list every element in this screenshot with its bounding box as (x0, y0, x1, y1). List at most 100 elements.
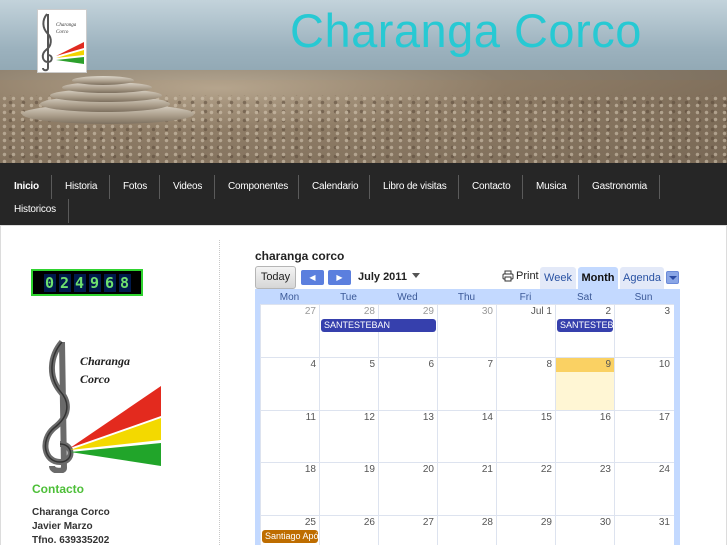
visit-counter: 0 2 4 9 6 8 (31, 269, 143, 296)
day-number: 19 (363, 464, 375, 475)
day-number: 25 (304, 517, 316, 528)
weekday-label: Tue (340, 292, 357, 303)
day-number: 15 (540, 412, 552, 423)
nav-item-gastronomia[interactable]: Gastronomia (592, 181, 647, 192)
nav-item-fotos[interactable]: Fotos (123, 181, 147, 192)
calendar-event[interactable]: SANTESTEB (557, 319, 613, 332)
tab-month[interactable]: Month (578, 267, 618, 289)
nav-item-contacto[interactable]: Contacto (472, 181, 511, 192)
nav-separator (369, 175, 370, 199)
day-number: 27 (422, 517, 434, 528)
arrow-left-icon[interactable]: ◀ (301, 270, 324, 285)
nav-item-componentes[interactable]: Componentes (228, 181, 288, 192)
day-number: 17 (658, 412, 670, 423)
today-button[interactable]: Today (255, 266, 296, 289)
counter-digit: 4 (73, 273, 86, 292)
contact-name: Charanga Corco (32, 507, 110, 518)
day-number: 22 (540, 464, 552, 475)
page: Charanga Corco Charanga Corco Inicio His… (0, 0, 727, 545)
day-number: 3 (664, 306, 670, 317)
day-number: 30 (599, 517, 611, 528)
weekday-label: Wed (397, 292, 418, 303)
counter-digit: 2 (58, 273, 71, 292)
treble-clef-icon (41, 13, 84, 72)
day-number: 31 (658, 517, 670, 528)
charanga-logo: Charanga Corco (30, 336, 165, 474)
logo-small-line2: Corco (56, 30, 69, 35)
day-number: 21 (481, 464, 493, 475)
arrow-right-icon[interactable]: ▶ (328, 270, 351, 285)
day-number: 18 (304, 464, 316, 475)
day-number: 29 (422, 306, 434, 317)
day-number: 24 (658, 464, 670, 475)
header-banner: Charanga Corco Charanga Corco (0, 0, 727, 163)
nav-separator (51, 175, 52, 199)
day-number: 11 (305, 412, 316, 423)
nav-item-musica[interactable]: Musica (536, 181, 567, 192)
day-number: 9 (605, 359, 611, 370)
nav-separator (298, 175, 299, 199)
contact-person: Javier Marzo (32, 521, 93, 532)
site-logo[interactable]: Charanga Corco (37, 9, 87, 73)
day-number: 23 (599, 464, 611, 475)
tab-week[interactable]: Week (540, 267, 576, 289)
day-number: 27 (304, 306, 316, 317)
weekday-label: Thu (457, 292, 476, 303)
nav-item-historicos[interactable]: Historicos (14, 204, 56, 215)
logo-small-text: Charanga Corco (56, 22, 76, 36)
weekday-label: Sun (634, 292, 653, 303)
day-number: 29 (540, 517, 552, 528)
day-number: 6 (428, 359, 434, 370)
counter-digit: 6 (103, 273, 116, 292)
month-label: July 2011 (358, 271, 407, 283)
day-number: 16 (599, 412, 611, 423)
day-number: 10 (658, 359, 670, 370)
contact-heading: Contacto (32, 482, 84, 496)
weekday-label: Fri (519, 292, 532, 303)
nav-separator (522, 175, 523, 199)
nav-separator (659, 175, 660, 199)
chevron-down-icon[interactable] (412, 273, 420, 278)
day-number: 30 (481, 306, 493, 317)
weekday-label: Sat (576, 292, 592, 303)
counter-digit: 8 (118, 273, 131, 292)
printer-icon (502, 270, 514, 282)
day-number: 20 (422, 464, 434, 475)
nav-item-historia[interactable]: Historia (65, 181, 97, 192)
day-number: 4 (310, 359, 316, 370)
column-divider (219, 240, 220, 545)
day-number: 12 (363, 412, 375, 423)
logo-text-line1: Charanga (80, 354, 131, 368)
tab-agenda[interactable]: Agenda (620, 267, 664, 289)
day-number: 26 (363, 517, 375, 528)
nav-separator (68, 199, 69, 223)
contact-phone: Tfno. 639335202 (32, 535, 110, 545)
nav-separator (214, 175, 215, 199)
site-title: Charanga Corco (290, 4, 642, 57)
nav-separator (458, 175, 459, 199)
print-label: Print (516, 270, 539, 282)
day-number: 14 (481, 412, 493, 423)
nav-item-libro-de-visitas[interactable]: Libro de visitas (383, 181, 447, 192)
calendar-title: charanga corco (255, 249, 345, 263)
nav-item-inicio[interactable]: Inicio (14, 181, 39, 192)
view-menu-dropdown[interactable] (666, 271, 679, 284)
day-number: 28 (363, 306, 375, 317)
day-number: Jul 1 (530, 306, 552, 317)
calendar-event[interactable]: Santiago Apó (262, 530, 318, 543)
day-number: 5 (369, 359, 375, 370)
weekday-label: Mon (279, 292, 300, 303)
nav-item-videos[interactable]: Videos (173, 181, 202, 192)
calendar-event[interactable]: SANTESTEBAN (321, 319, 436, 332)
day-number: 7 (487, 359, 493, 370)
nav-item-calendario[interactable]: Calendario (312, 181, 359, 192)
counter-digit: 9 (88, 273, 101, 292)
nav-separator (109, 175, 110, 199)
counter-digit: 0 (43, 273, 56, 292)
nav-separator (159, 175, 160, 199)
stone (72, 76, 134, 85)
day-number: 28 (481, 517, 493, 528)
print-button[interactable]: Print (502, 270, 539, 282)
day-number: 2 (605, 306, 611, 317)
logo-small-line1: Charanga (56, 23, 77, 28)
